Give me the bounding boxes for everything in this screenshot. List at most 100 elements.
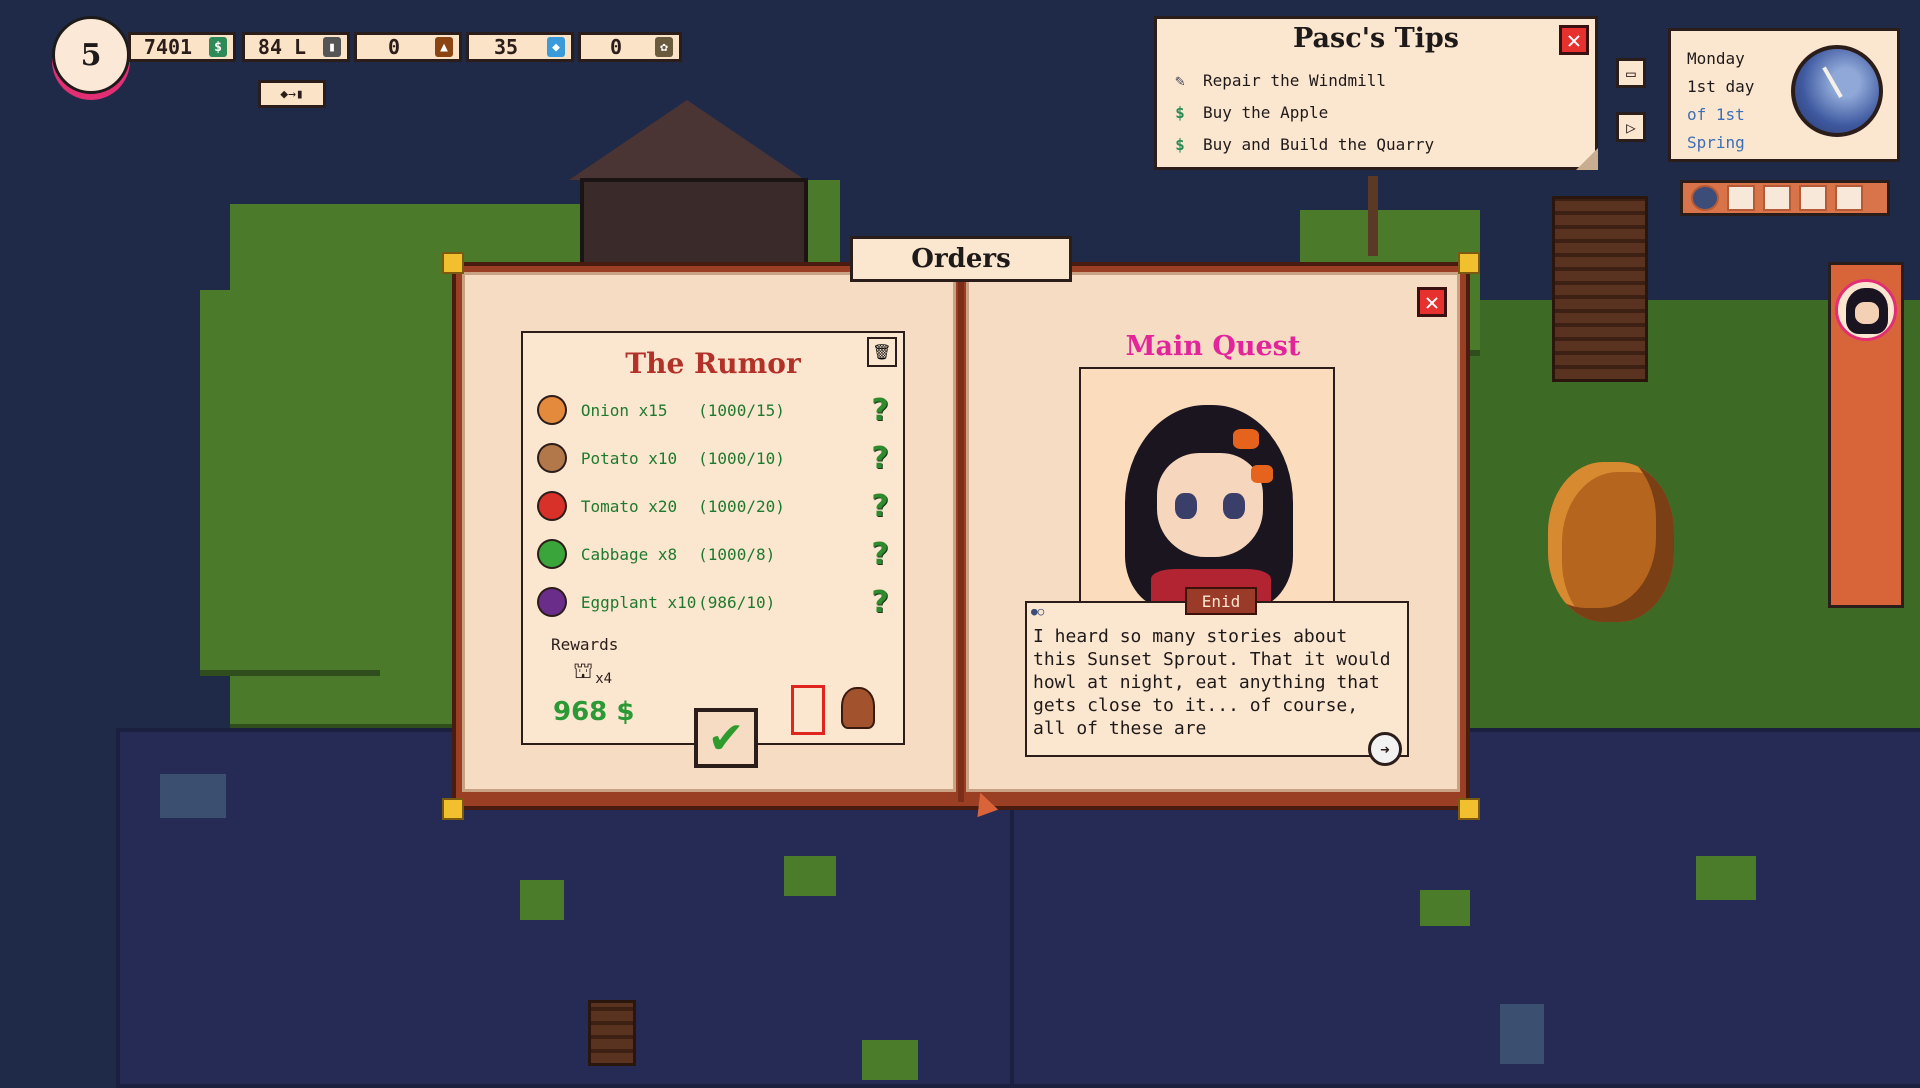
reward-money: 968 $	[553, 697, 635, 727]
rewards-label: Rewards	[551, 635, 619, 654]
day-label: 1st day	[1687, 77, 1755, 96]
grass-patch	[1696, 856, 1756, 900]
help-question-icon[interactable]: ?	[867, 393, 893, 428]
eggplant-icon	[537, 587, 567, 617]
gem-value: 35	[493, 35, 519, 59]
speaker-name: Enid	[1185, 587, 1257, 615]
tomato-icon	[537, 491, 567, 521]
seed-icon: ✿	[655, 37, 673, 57]
order-item-name: Potato x10	[580, 448, 678, 468]
npc-avatar-enid[interactable]	[1835, 279, 1897, 341]
money-counter: 7401 $	[128, 32, 236, 62]
order-item-progress: (1000/8)	[698, 544, 776, 564]
seed-value: 0	[609, 35, 623, 59]
tip-item[interactable]: ✎ Repair the Windmill	[1169, 67, 1386, 93]
calendar-panel: Monday 1st day of 1st Spring	[1668, 28, 1900, 162]
help-question-icon[interactable]: ?	[867, 585, 893, 620]
help-question-icon[interactable]: ?	[867, 441, 893, 476]
order-item-name: Onion x15	[580, 400, 668, 420]
order-item-name: Tomato x20	[580, 496, 678, 516]
player-level-badge[interactable]: 5	[52, 16, 130, 94]
gem-counter: 35 ◆	[466, 32, 574, 62]
hair-bow	[1233, 429, 1259, 449]
tips-title: Pasc's Tips	[1292, 23, 1459, 54]
book-corner	[1458, 798, 1480, 820]
grass-patch	[784, 856, 836, 896]
hair-bow	[1251, 465, 1273, 483]
fuel-counter: 84 L ▮	[242, 32, 350, 62]
order-item: Potato x10 (1000/10) ?	[537, 439, 893, 477]
tip-item[interactable]: $ Buy the Apple	[1169, 99, 1328, 125]
tip-label: Buy and Build the Quarry	[1203, 134, 1435, 154]
close-tips-button[interactable]: ✕	[1559, 25, 1589, 55]
date-text: Monday 1st day of 1st Spring	[1687, 45, 1754, 157]
barn-roof	[569, 100, 805, 180]
season-label: Spring	[1687, 133, 1745, 152]
tip-item[interactable]: $ Buy and Build the Quarry	[1169, 131, 1434, 157]
book-corner	[1458, 252, 1480, 274]
dialog-page-dots: ●○	[1031, 605, 1045, 618]
money-icon: $	[1175, 134, 1185, 154]
day-night-clock-icon	[1791, 45, 1883, 137]
fuel-value: 84 L	[257, 35, 307, 59]
dialog-box[interactable]: ●○ Enid I heard so many stories about th…	[1025, 587, 1409, 757]
quick-slot[interactable]	[1763, 185, 1791, 211]
grass-patch	[1420, 890, 1470, 926]
help-question-icon[interactable]: ?	[867, 537, 893, 572]
page-curl-icon[interactable]	[1576, 148, 1598, 170]
order-card: The Rumor 🗑 Onion x15 (1000/15) ? Potato…	[521, 331, 905, 745]
order-item-name: Eggplant x10	[580, 592, 697, 612]
quick-slot[interactable]	[1691, 185, 1719, 211]
order-item-progress: (1000/15)	[698, 400, 785, 420]
fuel-canister-icon: ▮	[323, 37, 341, 57]
confirm-order-button[interactable]: ✔	[694, 708, 758, 768]
dialog-next-arrow-icon[interactable]: ➜	[1368, 732, 1402, 766]
wooden-bridge	[1552, 196, 1648, 382]
mail-sidebar	[1828, 262, 1904, 608]
portrait-eye	[1175, 493, 1197, 519]
order-item: Onion x15 (1000/15) ?	[537, 391, 893, 429]
orders-tab-title: Orders	[850, 236, 1072, 282]
season-index-label: of 1st	[1687, 105, 1745, 124]
puddle	[1500, 1004, 1544, 1064]
portrait-face	[1157, 453, 1263, 557]
close-orders-button[interactable]: ✕	[1417, 287, 1447, 317]
sack-icon[interactable]	[841, 687, 875, 729]
clock-hand	[1822, 66, 1843, 98]
journal-book-icon[interactable]: ▭	[1616, 58, 1646, 88]
grass-patch	[862, 1040, 918, 1080]
lamp-post	[1368, 176, 1378, 256]
quick-slot[interactable]	[1727, 185, 1755, 211]
barn	[580, 178, 808, 266]
dialog-text: I heard so many stories about this Sunse…	[1033, 626, 1391, 739]
seed-bag-icon: ⛫	[573, 659, 594, 684]
quick-slot[interactable]	[1799, 185, 1827, 211]
cabbage-icon	[537, 539, 567, 569]
order-item-progress: (1000/20)	[698, 496, 785, 516]
potato-icon	[537, 443, 567, 473]
delivery-slot[interactable]	[791, 685, 825, 735]
seed-counter: 0 ✿	[578, 32, 682, 62]
help-question-icon[interactable]: ?	[867, 489, 893, 524]
order-item-name: Cabbage x8	[580, 544, 678, 564]
portrait-eye	[1223, 493, 1245, 519]
order-item: Cabbage x8 (1000/8) ?	[537, 535, 893, 573]
order-item: Eggplant x10 (986/10) ?	[537, 583, 893, 621]
order-title: The Rumor	[625, 347, 801, 380]
wood-icon: ▲	[435, 37, 453, 57]
grass-field	[200, 290, 380, 676]
money-value: 7401	[143, 35, 193, 59]
quick-slots-bar	[1680, 180, 1890, 216]
gem-to-fuel-convert-icon[interactable]: ◆→▮	[258, 80, 326, 108]
trash-icon[interactable]: 🗑	[867, 337, 897, 367]
order-item: Tomato x20 (1000/20) ?	[537, 487, 893, 525]
quick-slot[interactable]	[1835, 185, 1863, 211]
gem-icon: ◆	[547, 37, 565, 57]
play-arrow-icon[interactable]: ▷	[1616, 112, 1646, 142]
puddle	[160, 774, 226, 818]
order-item-progress: (1000/10)	[698, 448, 785, 468]
wood-value: 0	[387, 35, 401, 59]
npc-portrait	[1079, 367, 1335, 607]
autumn-tree	[1548, 462, 1674, 622]
money-icon: $	[1175, 102, 1185, 122]
